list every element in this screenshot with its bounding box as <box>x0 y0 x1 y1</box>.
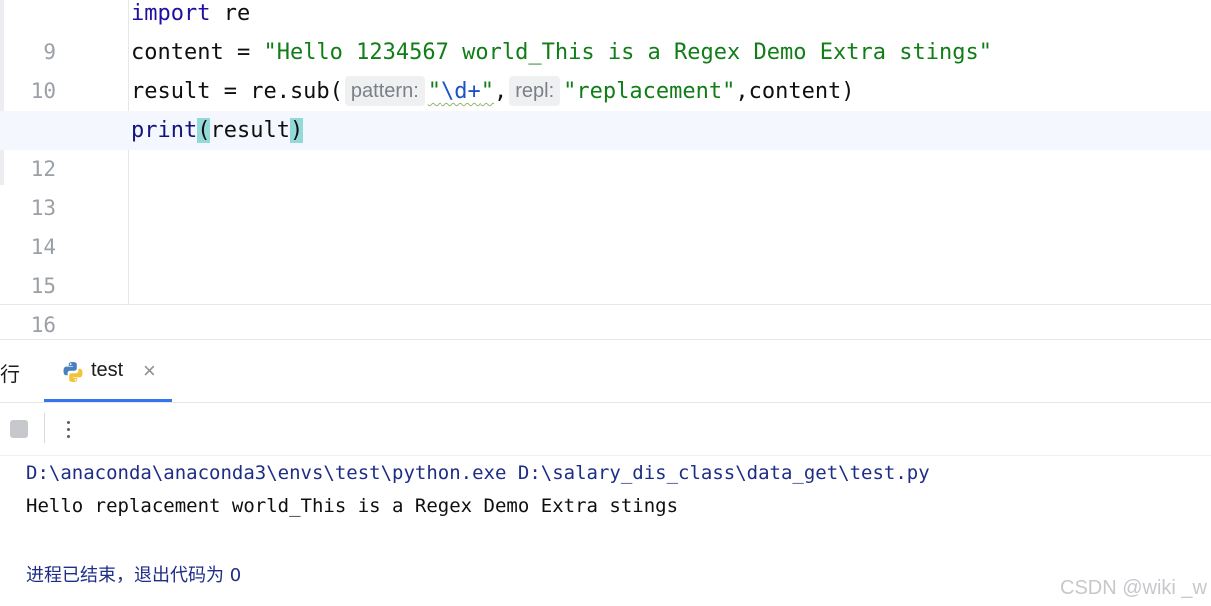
more-options-icon[interactable] <box>58 413 78 445</box>
console-command-line: D:\anaconda\anaconda3\envs\test\python.e… <box>26 462 930 484</box>
code-line-14[interactable]: 14 <box>0 189 1211 259</box>
watermark: CSDN @wiki _w <box>1060 577 1207 599</box>
code-text: re <box>210 1 251 26</box>
matched-brace: ( <box>197 118 211 143</box>
string-literal: "replacement" <box>563 79 736 104</box>
code-text: result = re.sub( <box>131 79 343 104</box>
code-line-16[interactable]: 16 <box>0 267 1211 337</box>
code-text: content = <box>131 40 264 65</box>
code-line-13[interactable]: 13 <box>0 150 1211 220</box>
run-toolbar <box>0 403 1211 456</box>
string-literal: "Hello 1234567 world_This is a Regex Dem… <box>263 40 992 65</box>
param-hint-repl: repl: <box>509 76 561 106</box>
toolbar-separator <box>44 413 45 443</box>
code-editor[interactable]: 9 import re 10 content = "Hello 1234567 … <box>0 0 1211 337</box>
param-hint-pattern: pattern: <box>344 76 425 106</box>
console-program-output: Hello replacement world_This is a Regex … <box>26 495 679 517</box>
matched-brace: ) <box>289 118 304 143</box>
code-text: , <box>494 79 508 104</box>
run-tool-window-tabs: 行 test × <box>0 340 1211 403</box>
tab-test[interactable]: test × <box>44 340 172 402</box>
code-line-9[interactable]: 9 import re <box>0 0 1211 64</box>
close-icon[interactable]: × <box>143 358 156 384</box>
keyword: import <box>131 1 211 26</box>
code-text: result <box>210 118 290 143</box>
string-quote: " <box>480 79 494 104</box>
active-tab-indicator <box>44 399 172 402</box>
tab-label: test <box>91 359 124 381</box>
python-icon <box>63 362 83 382</box>
stop-icon[interactable] <box>10 420 28 438</box>
code-line-15[interactable]: 15 <box>0 228 1211 298</box>
code-line-12[interactable]: 12 print(result) <box>0 111 1211 181</box>
console-exit-message: 进程已结束，退出代码为 0 <box>26 565 242 586</box>
run-tool-window-title: 行 <box>0 362 20 386</box>
code-line-10[interactable]: 10 content = "Hello 1234567 world_This i… <box>0 33 1211 103</box>
code-text: ,content) <box>735 79 855 104</box>
code-line-11[interactable]: 11 result = re.sub(pattern:"\d+",repl:"r… <box>0 72 1211 142</box>
editor-bottom-border <box>0 304 1211 305</box>
regex-escape: \d+ <box>441 79 481 104</box>
console-output[interactable]: D:\anaconda\anaconda3\envs\test\python.e… <box>0 456 1211 606</box>
builtin-function: print <box>131 118 198 143</box>
string-quote: " <box>427 79 441 104</box>
